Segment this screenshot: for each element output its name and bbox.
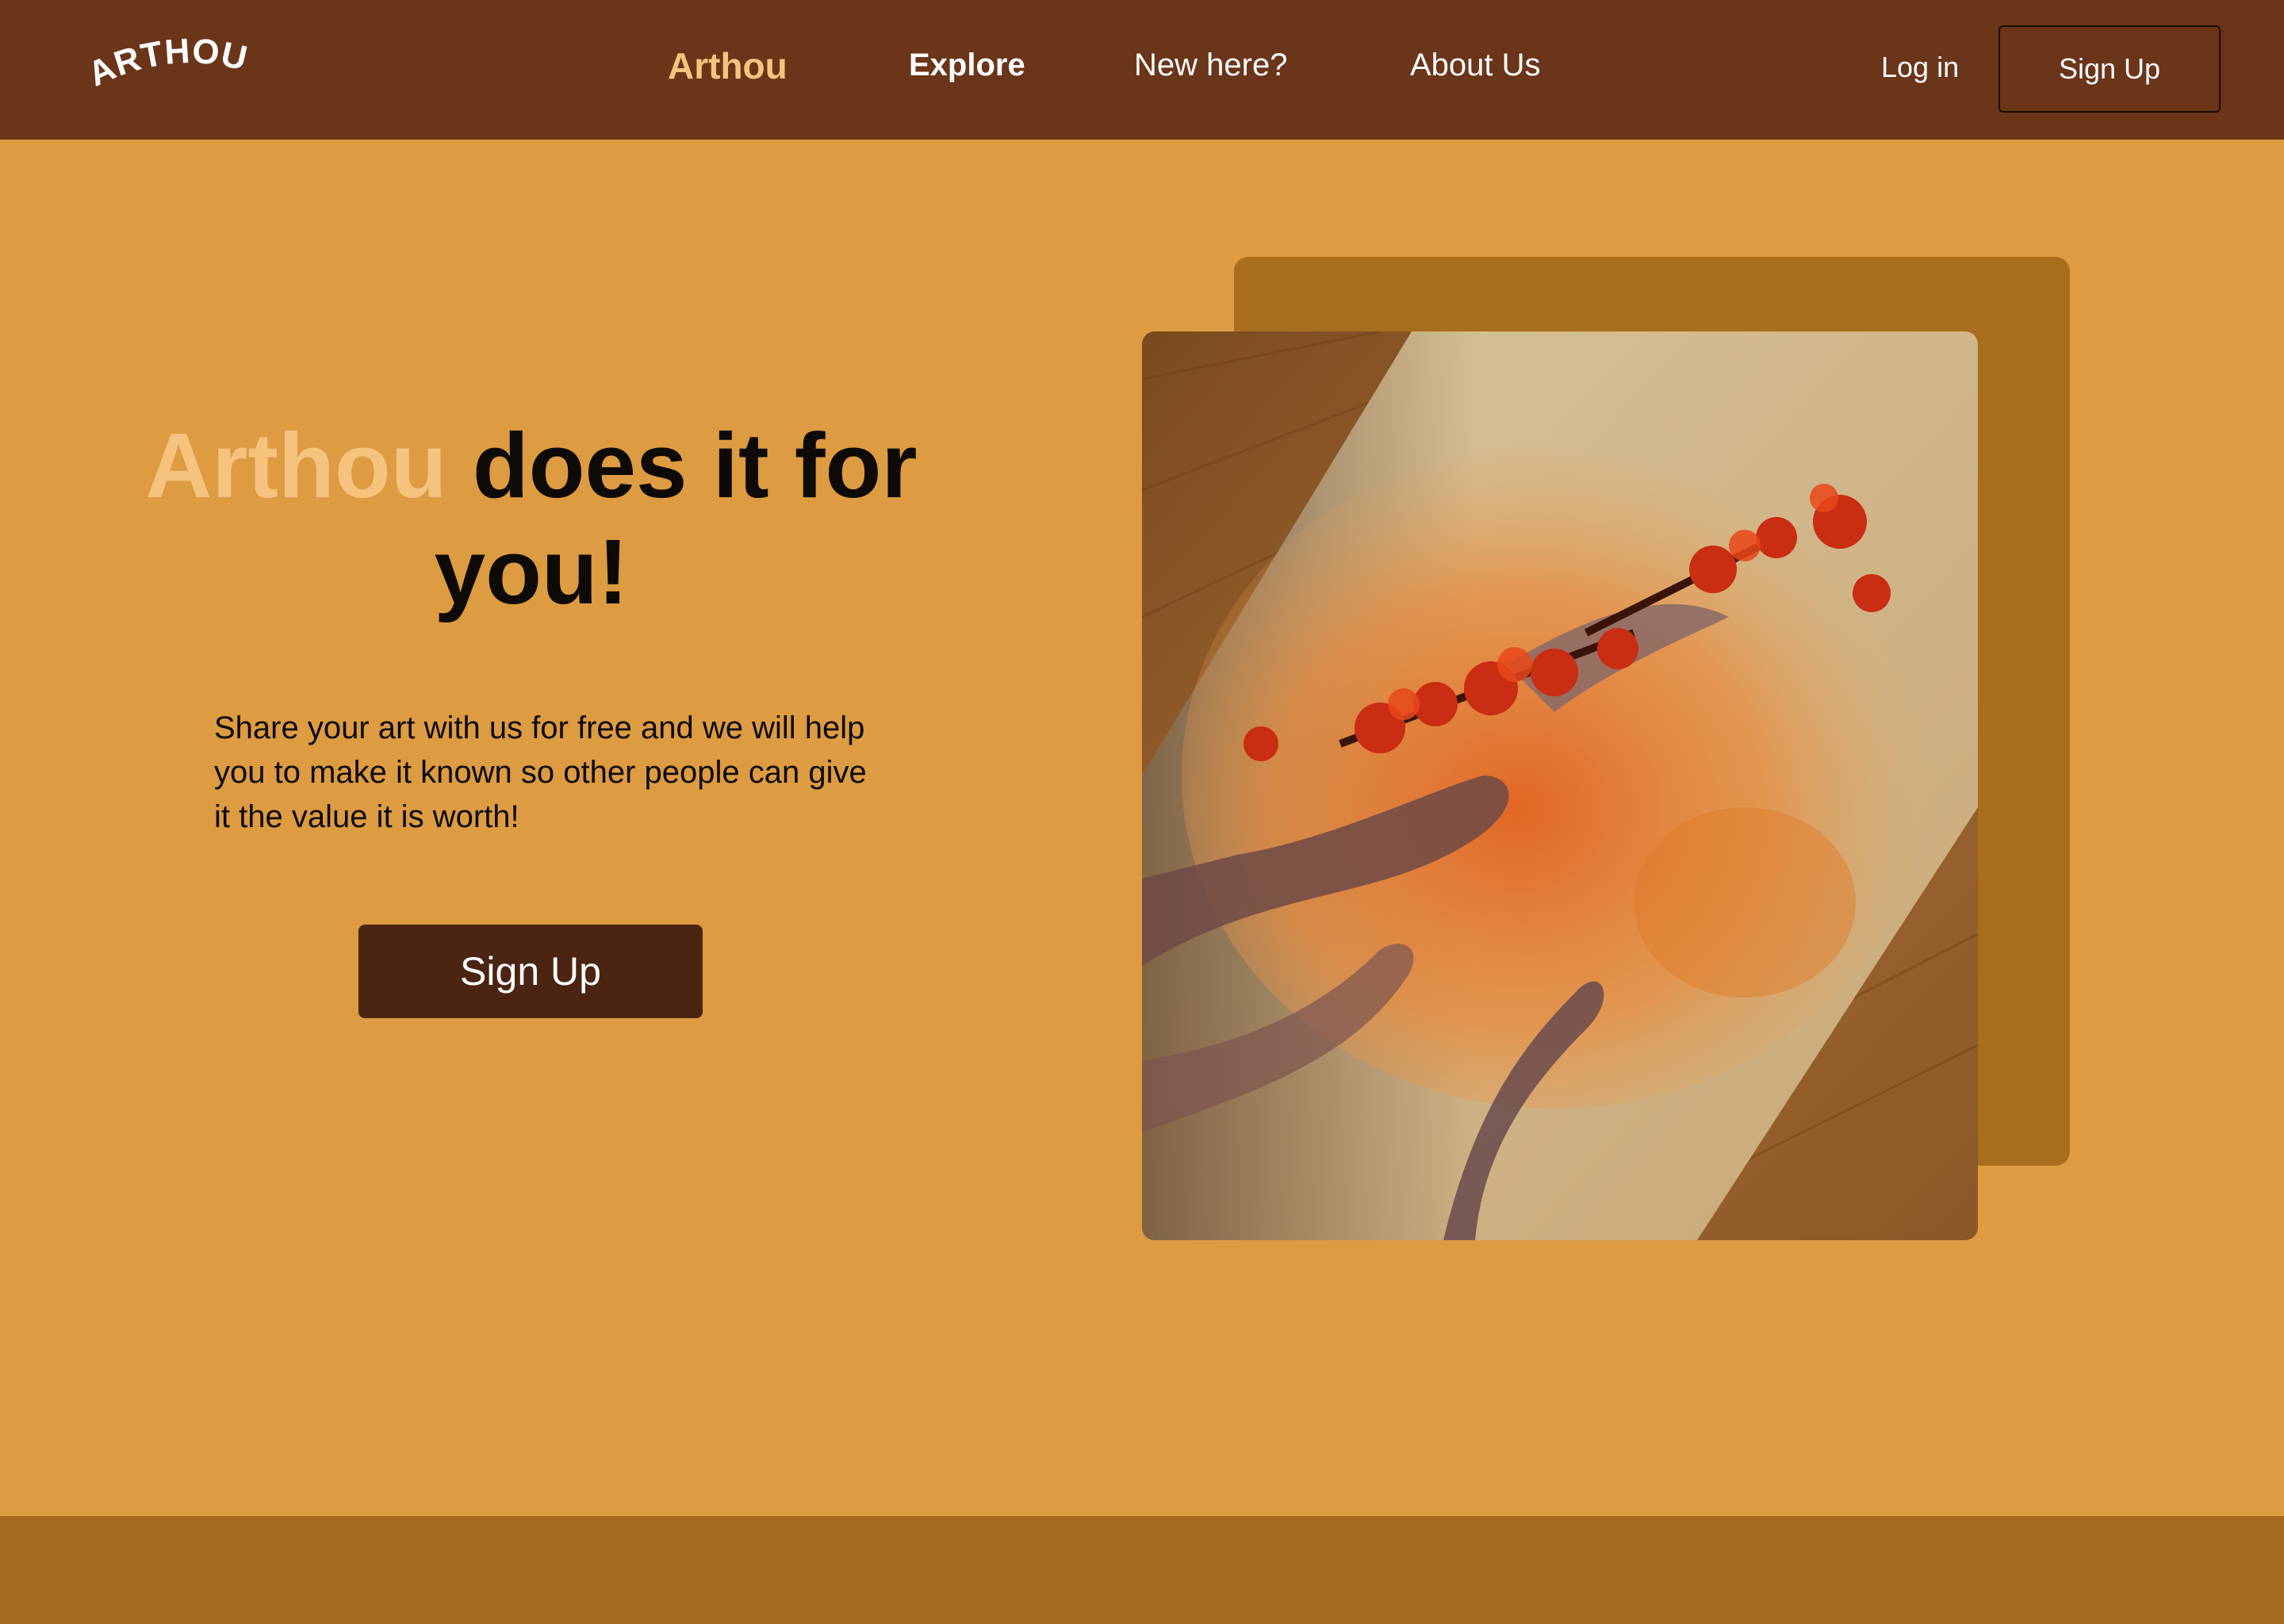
arched-logo-text: ARTHOU bbox=[82, 32, 251, 94]
hero-title-brand: Arthou bbox=[145, 414, 447, 517]
top-navbar: ARTHOU Arthou Explore New here? About Us… bbox=[0, 0, 2284, 140]
hero-description: Share your art with us for free and we w… bbox=[214, 710, 867, 834]
nav-link-new-here[interactable]: New here? bbox=[1134, 48, 1287, 83]
login-link[interactable]: Log in bbox=[1881, 51, 1959, 84]
nav-link-about-us[interactable]: About Us bbox=[1410, 48, 1541, 83]
watercolor-hands-flowers-icon bbox=[1142, 331, 1978, 1240]
nav-link-arthou[interactable]: Arthou bbox=[668, 44, 788, 87]
footer-band bbox=[0, 1516, 2284, 1624]
nav-link-explore[interactable]: Explore bbox=[909, 48, 1025, 83]
hero-title-rest: does it for you! bbox=[434, 414, 918, 623]
hero-signup-button[interactable]: Sign Up bbox=[358, 925, 703, 1018]
watercolor-painting-image bbox=[1142, 331, 1978, 1240]
site-logo[interactable]: ARTHOU bbox=[82, 32, 259, 103]
hero-title: Arthou does it for you! bbox=[127, 412, 936, 625]
svg-text:ARTHOU: ARTHOU bbox=[92, 38, 251, 94]
header-signup-button[interactable]: Sign Up bbox=[1998, 25, 2221, 113]
